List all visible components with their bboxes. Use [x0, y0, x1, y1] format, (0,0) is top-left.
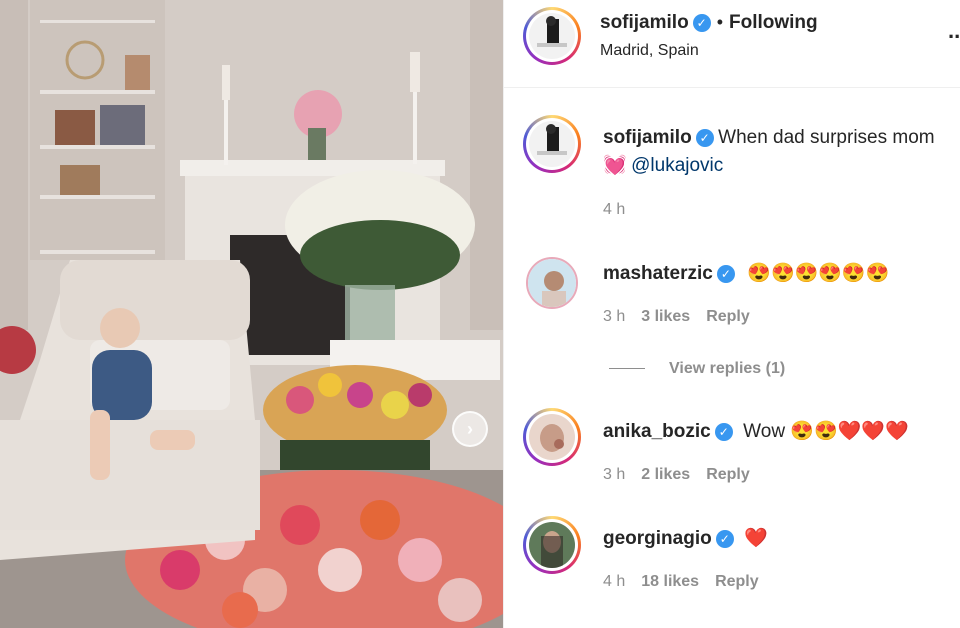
comment-avatar[interactable]	[523, 516, 581, 574]
comment-time: 3 h	[603, 466, 626, 483]
verified-badge-icon: ✓	[695, 129, 714, 147]
caption-avatar[interactable]	[523, 115, 581, 173]
view-replies-line	[609, 368, 645, 370]
comment-meta: 3 h 3 likes Reply	[603, 308, 750, 326]
comment-text: Wow 😍😍❤️❤️❤️	[743, 421, 909, 442]
following-button[interactable]: Following	[729, 12, 818, 33]
caption-text: When dad surprises mom	[718, 127, 935, 148]
reply-button[interactable]: Reply	[706, 466, 750, 483]
comment-likes[interactable]: 3 likes	[641, 308, 690, 325]
comment-likes[interactable]: 2 likes	[641, 466, 690, 483]
comment-username[interactable]: georginagio	[603, 528, 712, 549]
comment-username[interactable]: mashaterzic	[603, 263, 713, 284]
comment-avatar-image	[529, 414, 575, 460]
caption-emoji: 💓	[603, 155, 627, 176]
caption-time: 4 h	[603, 201, 626, 218]
mention-link[interactable]: @lukajovic	[631, 155, 723, 176]
photo-illustration	[0, 0, 503, 628]
post-panel: sofijamilo✓•Following Madrid, Spain ... …	[504, 0, 960, 628]
comment-avatar-image	[528, 259, 576, 307]
caption-line: sofijamilo ✓ When dad surprises mom	[603, 127, 935, 149]
post-photo[interactable]: ›	[0, 0, 503, 628]
comment-text: 😍😍😍😍😍😍	[747, 263, 890, 284]
comment-time: 3 h	[603, 308, 626, 325]
comment-meta: 4 h 18 likes Reply	[603, 573, 759, 591]
reply-button[interactable]: Reply	[715, 573, 759, 590]
author-avatar[interactable]	[523, 7, 581, 65]
post-header: sofijamilo✓ • Following Madrid, Spain ...	[504, 0, 960, 88]
verified-badge-icon: ✓	[692, 14, 711, 32]
author-username[interactable]: sofijamilo	[600, 12, 689, 33]
caption-avatar-image	[529, 121, 575, 167]
comment-line: mashaterzic ✓ 😍😍😍😍😍😍	[603, 261, 889, 285]
comment-time: 4 h	[603, 573, 626, 590]
caption-line-2: 💓 @lukajovic	[603, 153, 723, 177]
view-replies-row[interactable]: View replies (1)	[609, 360, 785, 378]
chevron-right-icon: ›	[467, 418, 473, 439]
next-photo-button[interactable]: ›	[452, 411, 488, 447]
comment-avatar-image	[529, 522, 575, 568]
author-avatar-image	[529, 13, 575, 59]
comment-likes[interactable]: 18 likes	[641, 573, 699, 590]
comment-meta: 3 h 2 likes Reply	[603, 466, 750, 484]
view-replies-button[interactable]: View replies (1)	[669, 360, 785, 377]
comment-text: ❤️	[744, 528, 768, 549]
comment-line: anika_bozic ✓ Wow 😍😍❤️❤️❤️	[603, 419, 909, 443]
header-title-row: sofijamilo ✓ • Following	[600, 12, 818, 34]
verified-badge-icon: ✓	[716, 265, 735, 283]
comment-avatar[interactable]	[526, 257, 578, 309]
comment-avatar[interactable]	[523, 408, 581, 466]
caption-username[interactable]: sofijamilo	[603, 127, 692, 148]
more-options-icon[interactable]: ...	[948, 18, 960, 44]
verified-badge-icon: ✓	[714, 423, 733, 441]
verified-badge-icon: ✓	[715, 530, 734, 548]
reply-button[interactable]: Reply	[706, 308, 750, 325]
comment-line: georginagio ✓ ❤️	[603, 526, 768, 550]
post-location[interactable]: Madrid, Spain	[600, 42, 699, 60]
separator-dot: •	[716, 12, 723, 32]
comment-username[interactable]: anika_bozic	[603, 421, 711, 442]
